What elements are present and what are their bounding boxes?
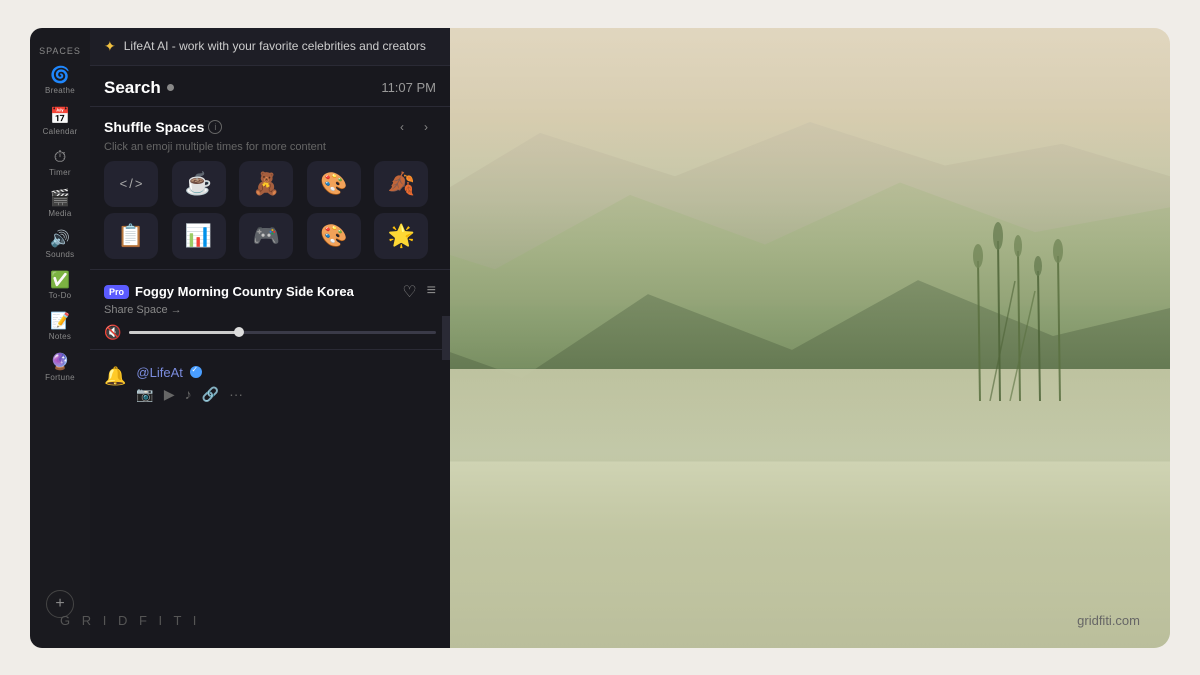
instagram-link[interactable]: 📷 <box>136 386 153 403</box>
track-title-row: Pro Foggy Morning Country Side Korea <box>104 284 354 299</box>
creator-handle-row: @LifeAt <box>136 364 436 382</box>
todo-icon: ✅ <box>50 273 70 289</box>
progress-knob[interactable] <box>234 327 244 337</box>
timer-icon: ⏱ <box>54 150 66 166</box>
search-status-dot <box>167 84 174 91</box>
track-section: Pro Foggy Morning Country Side Korea ♡ ≡… <box>90 269 450 349</box>
emoji-cell-game[interactable]: 🎮 <box>239 213 293 259</box>
creator-handle[interactable]: @LifeAt <box>136 365 182 380</box>
heart-button[interactable]: ♡ <box>402 282 416 302</box>
sidebar-todo-label: To-Do <box>49 291 72 300</box>
collapse-arrow[interactable]: ‹ <box>442 316 450 360</box>
creator-links: 📷 ▶ ♪ 🔗 ··· <box>136 386 436 403</box>
progress-bar[interactable] <box>129 331 436 334</box>
youtube-link[interactable]: ▶ <box>164 386 175 403</box>
sounds-icon: 🔊 <box>50 232 70 248</box>
track-title: Foggy Morning Country Side Korea <box>135 284 354 299</box>
search-title[interactable]: Search <box>104 78 161 98</box>
star-icon: ✦ <box>104 38 116 55</box>
spaces-label: Spaces <box>39 46 81 56</box>
mute-button[interactable]: 🔇 <box>104 324 121 341</box>
search-time: 11:07 PM <box>381 80 436 95</box>
main-panel: ✦ LifeAt AI - work with your favorite ce… <box>90 28 450 648</box>
search-left: Search <box>104 78 174 98</box>
sidebar-timer-label: Timer <box>49 168 71 177</box>
emoji-cell-autumn[interactable]: 🍂 <box>374 161 428 207</box>
media-icon: 🎬 <box>50 191 70 207</box>
shuffle-next-button[interactable]: › <box>416 117 436 137</box>
emoji-cell-palette[interactable]: 🎨 <box>307 213 361 259</box>
emoji-cell-clipboard[interactable]: 📋 <box>104 213 158 259</box>
creator-section: 🔔 @LifeAt 📷 ▶ ♪ 🔗 ··· <box>90 349 450 417</box>
shuffle-prev-button[interactable]: ‹ <box>392 117 412 137</box>
shuffle-hint: Click an emoji multiple times for more c… <box>104 141 436 153</box>
page-wrapper: G R I D F I T I gridfiti.com Spaces 🌀 Br… <box>30 28 1170 648</box>
info-icon[interactable]: i <box>208 120 222 134</box>
bell-icon[interactable]: 🔔 <box>104 366 126 387</box>
emoji-cell-bear[interactable]: 🧸 <box>239 161 293 207</box>
emoji-cell-art[interactable]: 🎨 <box>307 161 361 207</box>
sidebar-item-todo[interactable]: ✅ To-Do <box>35 267 85 306</box>
sidebar-item-fortune[interactable]: 🔮 Fortune <box>35 349 85 388</box>
shuffle-section: Shuffle Spaces i ‹ › Click an emoji mult… <box>90 107 450 269</box>
track-header: Pro Foggy Morning Country Side Korea ♡ ≡ <box>104 282 436 302</box>
search-header: Search 11:07 PM <box>90 66 450 107</box>
emoji-grid: </> ☕ 🧸 🎨 🍂 📋 📊 🎮 🎨 🌟 <box>104 161 436 259</box>
sidebar-fortune-label: Fortune <box>45 373 75 382</box>
player-row: 🔇 <box>104 324 436 341</box>
code-bracket-right: > <box>135 176 143 191</box>
fortune-icon: 🔮 <box>50 355 70 371</box>
sidebar-item-breathe[interactable]: 🌀 Breathe <box>35 62 85 101</box>
external-link[interactable]: 🔗 <box>202 386 219 403</box>
shuffle-title: Shuffle Spaces <box>104 119 204 135</box>
pro-badge: Pro <box>104 285 129 299</box>
creator-info: @LifeAt 📷 ▶ ♪ 🔗 ··· <box>136 364 436 403</box>
lifeat-banner[interactable]: ✦ LifeAt AI - work with your favorite ce… <box>90 28 450 66</box>
verified-badge <box>190 366 202 378</box>
sidebar-media-label: Media <box>48 209 71 218</box>
shuffle-nav: ‹ › <box>392 117 436 137</box>
code-bracket-left: < <box>120 176 128 191</box>
banner-text: LifeAt AI - work with your favorite cele… <box>124 39 426 53</box>
sidebar-item-media[interactable]: 🎬 Media <box>35 185 85 224</box>
app-panel: Spaces 🌀 Breathe 📅 Calendar ⏱ Timer 🎬 Me… <box>30 28 450 648</box>
queue-button[interactable]: ≡ <box>427 282 436 302</box>
progress-fill <box>129 331 236 334</box>
code-slash: / <box>129 176 133 191</box>
sidebar-breathe-label: Breathe <box>45 86 75 95</box>
emoji-cell-star[interactable]: 🌟 <box>374 213 428 259</box>
calendar-icon: 📅 <box>50 109 70 125</box>
sidebar-notes-label: Notes <box>49 332 71 341</box>
brand-left: G R I D F I T I <box>60 613 200 628</box>
sidebar-item-sounds[interactable]: 🔊 Sounds <box>35 226 85 265</box>
sidebar-sounds-label: Sounds <box>46 250 75 259</box>
track-actions: ♡ ≡ <box>402 282 436 302</box>
shuffle-title-row: Shuffle Spaces i <box>104 119 222 135</box>
sidebar-calendar-label: Calendar <box>43 127 78 136</box>
sidebar-item-notes[interactable]: 📝 Notes <box>35 308 85 347</box>
brand-right: gridfiti.com <box>1077 613 1140 628</box>
emoji-cell-code[interactable]: </> <box>104 161 158 207</box>
sidebar-item-timer[interactable]: ⏱ Timer <box>35 144 85 183</box>
reeds-decoration <box>960 201 1080 401</box>
shuffle-header: Shuffle Spaces i ‹ › <box>104 117 436 137</box>
emoji-cell-coffee[interactable]: ☕ <box>172 161 226 207</box>
notes-icon: 📝 <box>50 314 70 330</box>
tiktok-link[interactable]: ♪ <box>185 386 192 403</box>
sidebar: Spaces 🌀 Breathe 📅 Calendar ⏱ Timer 🎬 Me… <box>30 28 90 648</box>
breathe-icon: 🌀 <box>50 68 70 84</box>
more-button[interactable]: ··· <box>229 386 243 403</box>
emoji-cell-chart[interactable]: 📊 <box>172 213 226 259</box>
share-space-link[interactable]: Share Space → <box>104 304 436 316</box>
sidebar-item-calendar[interactable]: 📅 Calendar <box>35 103 85 142</box>
